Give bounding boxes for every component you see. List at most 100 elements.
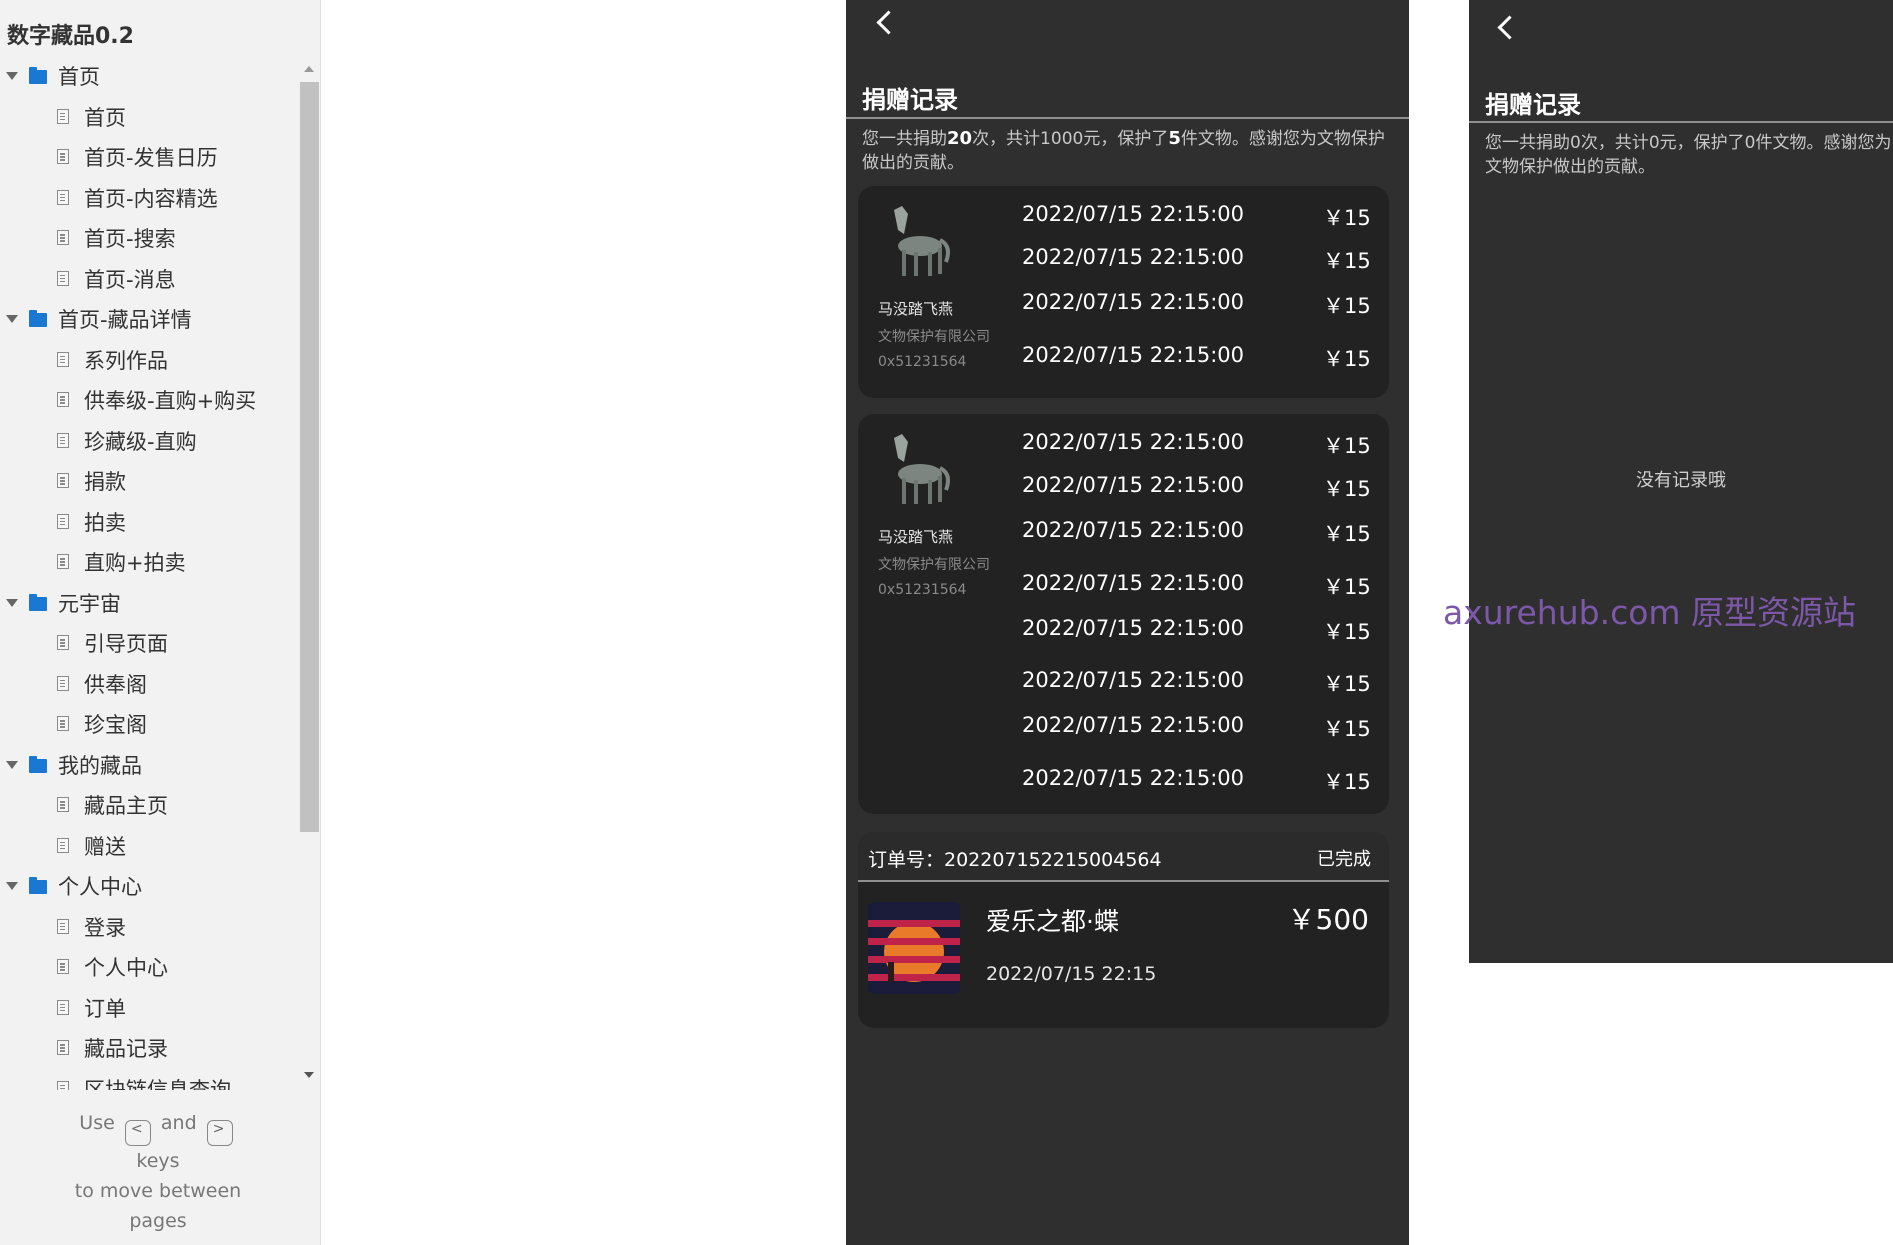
right-key-icon: >	[206, 1120, 233, 1146]
page-icon	[57, 959, 69, 974]
scrollbar-thumb[interactable]	[300, 82, 319, 832]
page-item-buy-auction[interactable]: 直购+拍卖	[0, 542, 300, 583]
sitemap-sidebar: 数字藏品0.2 首页 首页 首页-发售日历 首页-内容精选 首页-搜索 首页-消…	[0, 0, 321, 1245]
donation-summary: 您一共捐助0次，共计0元，保护了0件文物。感谢您为文物保护做出的贡献。	[1485, 133, 1892, 177]
page-item-donate[interactable]: 捐款	[0, 461, 300, 502]
left-key-icon: <	[124, 1120, 151, 1146]
page-title: 捐赠记录	[1485, 91, 1581, 119]
page-item-login[interactable]: 登录	[0, 907, 300, 948]
chevron-down-icon[interactable]	[6, 882, 18, 891]
page-icon	[57, 554, 69, 569]
keyboard-help: Use < and > keys to move between pages	[74, 1112, 242, 1232]
page-item-messages[interactable]: 首页-消息	[0, 259, 300, 300]
donation-record: 2022/07/15 22:15:00 ￥15	[1022, 245, 1371, 273]
folder-my-collection[interactable]: 我的藏品	[0, 745, 300, 786]
page-item-treasure-hall[interactable]: 珍宝阁	[0, 704, 300, 745]
page-icon	[57, 108, 69, 124]
page-icon	[57, 149, 69, 164]
order-item-name: 爱乐之都·蝶	[986, 907, 1119, 936]
page-icon	[57, 392, 69, 407]
page-item-series[interactable]: 系列作品	[0, 340, 300, 381]
donation-record: 2022/07/15 22:15:00 ￥15	[1022, 473, 1371, 501]
divider	[846, 117, 1409, 119]
page-item-calendar[interactable]: 首页-发售日历	[0, 137, 300, 178]
page-icon	[57, 918, 69, 934]
order-date: 2022/07/15 22:15	[986, 963, 1157, 985]
donation-record: 2022/07/15 22:15:00 ￥15	[1022, 766, 1371, 794]
order-price: ￥500	[1287, 903, 1369, 936]
page-item-auction[interactable]: 拍卖	[0, 502, 300, 543]
page-icon	[57, 230, 69, 245]
folder-personal-center[interactable]: 个人中心	[0, 866, 300, 907]
order-number: 订单号：202207152215004564	[868, 849, 1162, 871]
donation-summary: 您一共捐助20次，共计1000元，保护了5件文物。感谢您为文物保护做出的贡献。	[862, 128, 1385, 173]
donation-record: 2022/07/15 22:15:00 ￥15	[1022, 518, 1371, 546]
order-status: 已完成	[1317, 849, 1371, 870]
page-icon	[57, 999, 69, 1015]
page-icon	[57, 513, 69, 529]
donation-record: 2022/07/15 22:15:00 ￥15	[1022, 343, 1371, 371]
page-tree: 首页 首页 首页-发售日历 首页-内容精选 首页-搜索 首页-消息 首页-藏品详…	[0, 56, 300, 1090]
page-item-collection-home[interactable]: 藏品主页	[0, 785, 300, 826]
page-item-home[interactable]: 首页	[0, 97, 300, 138]
page-icon	[57, 635, 69, 650]
folder-icon	[29, 310, 47, 327]
donation-record: 2022/07/15 22:15:00 ￥15	[1022, 290, 1371, 318]
sidebar-scrollbar[interactable]	[298, 62, 320, 1082]
donation-record: 2022/07/15 22:15:00 ￥15	[1022, 616, 1371, 644]
chevron-down-icon[interactable]	[6, 760, 18, 769]
donation-records-empty-screen: 捐赠记录 您一共捐助0次，共计0元，保护了0件文物。感谢您为文物保护做出的贡献。…	[1469, 0, 1893, 963]
page-item-personal-center[interactable]: 个人中心	[0, 947, 300, 988]
scroll-up-icon[interactable]	[304, 66, 314, 72]
page-icon	[57, 270, 69, 286]
page-item-gift[interactable]: 赠送	[0, 826, 300, 867]
chevron-down-icon[interactable]	[6, 598, 18, 607]
donation-record: 2022/07/15 22:15:00 ￥15	[1022, 430, 1371, 458]
page-icon	[57, 1080, 69, 1090]
order-card[interactable]: 订单号：202207152215004564 已完成 爱乐之都·蝶 ￥500 2…	[858, 832, 1389, 1028]
page-item-offering-hall[interactable]: 供奉阁	[0, 664, 300, 705]
folder-metaverse[interactable]: 元宇宙	[0, 583, 300, 624]
page-icon	[57, 837, 69, 853]
page-item-search[interactable]: 首页-搜索	[0, 218, 300, 259]
folder-collection-detail[interactable]: 首页-藏品详情	[0, 299, 300, 340]
page-icon	[57, 351, 69, 367]
folder-home[interactable]: 首页	[0, 56, 300, 97]
page-item-treasure[interactable]: 珍藏级-直购	[0, 421, 300, 462]
page-item-orders[interactable]: 订单	[0, 988, 300, 1029]
page-item-offering[interactable]: 供奉级-直购+购买	[0, 380, 300, 421]
page-item-blockchain-query[interactable]: 区块链信息查询	[0, 1069, 300, 1090]
donation-record: 2022/07/15 22:15:00 ￥15	[1022, 668, 1371, 696]
chevron-down-icon[interactable]	[6, 72, 18, 81]
donation-record: 2022/07/15 22:15:00 ￥15	[1022, 713, 1371, 741]
folder-icon	[29, 593, 47, 611]
donation-record: 2022/07/15 22:15:00 ￥15	[1022, 202, 1371, 230]
page-item-guide[interactable]: 引导页面	[0, 623, 300, 664]
project-title: 数字藏品0.2	[7, 24, 134, 49]
donation-records-screen: 捐赠记录 您一共捐助20次，共计1000元，保护了5件文物。感谢您为文物保护做出…	[846, 0, 1409, 1245]
folder-icon	[29, 755, 47, 773]
order-artwork-thumbnail	[868, 902, 960, 994]
folder-icon	[29, 877, 47, 894]
donation-card[interactable]: 马没踏飞燕 文物保护有限公司 0x51231564 2022/07/15 22:…	[858, 186, 1389, 398]
page-icon	[57, 432, 69, 448]
page-icon	[57, 1040, 69, 1055]
watermark-text: axurehub.com 原型资源站	[1443, 593, 1857, 632]
page-item-collection-records[interactable]: 藏品记录	[0, 1028, 300, 1069]
divider	[1469, 121, 1893, 123]
page-icon	[57, 716, 69, 731]
order-header: 订单号：202207152215004564 已完成	[858, 832, 1389, 882]
chevron-down-icon[interactable]	[6, 315, 18, 324]
page-item-featured[interactable]: 首页-内容精选	[0, 178, 300, 219]
page-icon	[57, 797, 69, 812]
scroll-down-icon[interactable]	[304, 1072, 314, 1078]
donation-card[interactable]: 马没踏飞燕 文物保护有限公司 0x51231564 2022/07/15 22:…	[858, 414, 1389, 814]
page-icon	[57, 189, 69, 205]
back-arrow-icon[interactable]	[876, 10, 901, 35]
folder-icon	[29, 67, 47, 84]
back-arrow-icon[interactable]	[1497, 15, 1522, 40]
page-icon	[57, 675, 69, 691]
donation-record: 2022/07/15 22:15:00 ￥15	[1022, 571, 1371, 599]
page-icon	[57, 473, 69, 488]
page-title: 捐赠记录	[862, 86, 958, 114]
